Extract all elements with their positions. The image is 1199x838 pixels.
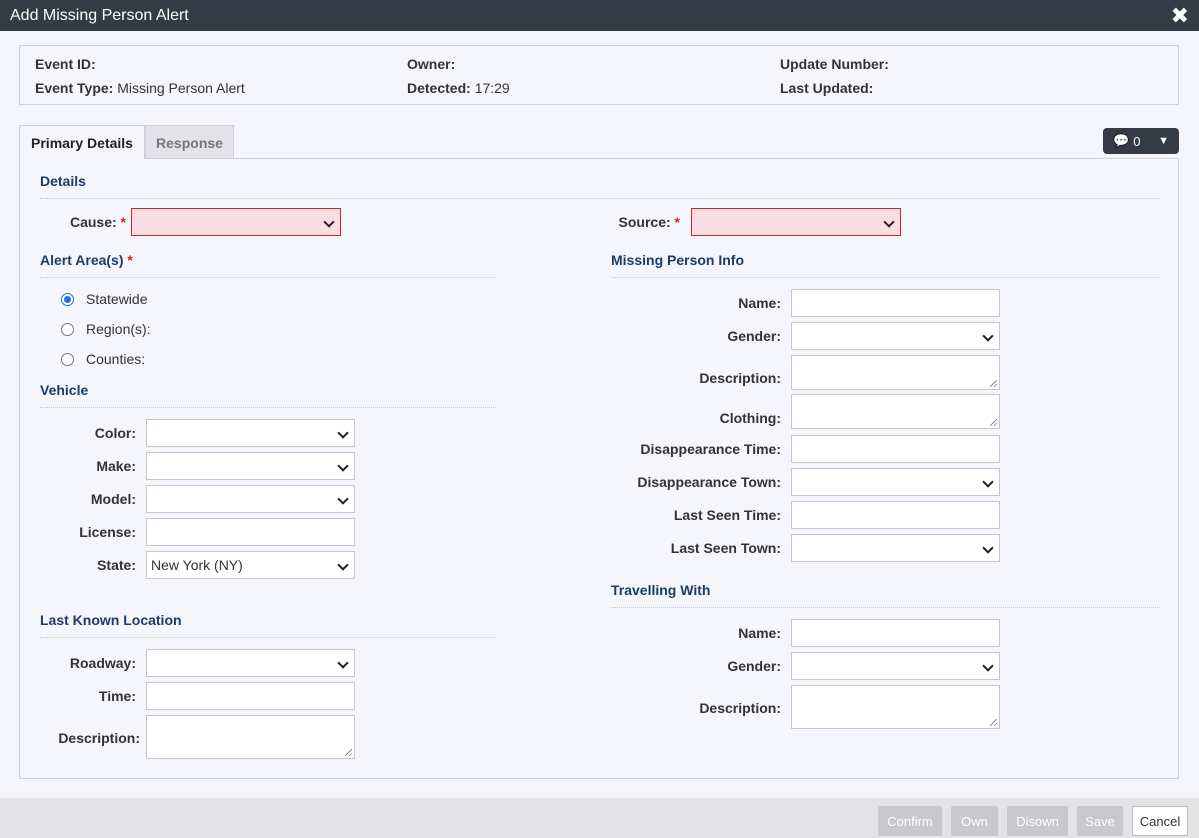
event-info-box: Event ID: Event Type: Missing Person Ale… (19, 45, 1179, 105)
radio-label-statewide: Statewide (86, 291, 148, 307)
source-label: Source: * (618, 214, 680, 230)
license-label: License: (79, 524, 136, 540)
mp-name-label: Name: (738, 295, 781, 311)
location-time-label: Time: (98, 688, 136, 704)
confirm-button[interactable]: Confirm (878, 806, 942, 836)
model-select[interactable] (146, 485, 355, 513)
mp-description-textarea[interactable] (791, 355, 1000, 390)
close-icon[interactable]: ✖ (1171, 4, 1189, 27)
mp-clothing-label: Clothing: (719, 410, 781, 426)
comment-icon: 💬 (1113, 133, 1130, 148)
tw-description-label: Description: (699, 700, 781, 716)
alert-area-section-title: Alert Area(s) * (40, 252, 133, 268)
detected: Detected: 17:29 (407, 80, 510, 96)
event-type-value: Missing Person Alert (117, 80, 245, 96)
tw-gender-label: Gender: (727, 658, 781, 674)
event-type: Event Type: Missing Person Alert (35, 80, 245, 96)
source-select[interactable] (691, 208, 901, 236)
mp-description-label: Description: (699, 370, 781, 386)
primary-details-panel: Details Cause: * Source: * Alert Area(s)… (19, 158, 1179, 779)
tw-description-textarea[interactable] (791, 685, 1000, 729)
window-titlebar: Add Missing Person Alert ✖ (0, 0, 1199, 31)
update-number: Update Number: (780, 56, 889, 72)
tw-name-label: Name: (738, 625, 781, 641)
mp-name-input[interactable] (791, 289, 1000, 317)
state-label: State: (97, 557, 136, 573)
save-button[interactable]: Save (1077, 806, 1123, 836)
radio-label-regions: Region(s): (86, 321, 151, 337)
state-select-value: New York (NY) (151, 557, 243, 573)
details-section-title: Details (40, 173, 86, 189)
model-label: Model: (90, 491, 136, 507)
cause-label: Cause: * (69, 214, 126, 230)
alert-area-divider (40, 277, 496, 278)
mp-gender-select[interactable] (791, 322, 1000, 350)
color-label: Color: (94, 425, 136, 441)
state-select[interactable]: New York (NY) (146, 551, 355, 579)
window-title: Add Missing Person Alert (10, 6, 189, 24)
location-time-input[interactable] (146, 682, 355, 710)
radio-unchecked-icon[interactable] (61, 352, 74, 366)
missing-person-section-title: Missing Person Info (611, 252, 745, 268)
mp-gender-label: Gender: (727, 328, 781, 344)
make-select[interactable] (146, 452, 355, 480)
license-input[interactable] (146, 518, 355, 546)
comments-count: 0 (1133, 133, 1141, 149)
tab-response[interactable]: Response (145, 125, 234, 159)
tw-gender-select[interactable] (791, 652, 1000, 680)
details-divider (40, 198, 1160, 199)
travelling-with-section-title: Travelling With (611, 582, 711, 598)
owner: Owner: (407, 56, 456, 72)
last-known-location-section-title: Last Known Location (40, 612, 182, 628)
mp-last-seen-time-label: Last Seen Time: (673, 507, 781, 523)
detected-value: 17:29 (474, 80, 510, 96)
mp-last-seen-time-input[interactable] (791, 501, 1000, 529)
cancel-button[interactable]: Cancel (1132, 806, 1188, 836)
own-button[interactable]: Own (951, 806, 998, 836)
mp-last-seen-town-select[interactable] (791, 534, 1000, 562)
radio-counties[interactable]: Counties: (60, 351, 145, 367)
tab-primary-details[interactable]: Primary Details (19, 125, 145, 159)
radio-label-counties: Counties: (86, 351, 146, 367)
last-known-location-divider (40, 637, 496, 638)
location-description-label: Description: (58, 730, 140, 746)
vehicle-divider (40, 407, 496, 408)
disown-button[interactable]: Disown (1007, 806, 1068, 836)
mp-clothing-textarea[interactable] (791, 394, 1000, 429)
cause-select[interactable] (131, 208, 341, 236)
roadway-label: Roadway: (69, 655, 136, 671)
comments-button[interactable]: 💬 0 ▼ (1103, 128, 1179, 154)
mp-disappearance-town-select[interactable] (791, 468, 1000, 496)
make-label: Make: (96, 458, 136, 474)
color-select[interactable] (146, 419, 355, 447)
location-description-textarea[interactable] (146, 715, 355, 759)
radio-statewide[interactable]: Statewide (60, 291, 147, 307)
chevron-down-icon: ▼ (1158, 135, 1169, 147)
travelling-with-divider (611, 607, 1160, 608)
vehicle-section-title: Vehicle (40, 382, 89, 398)
mp-disappearance-town-label: Disappearance Town: (637, 474, 781, 490)
mp-disappearance-time-label: Disappearance Time: (640, 441, 781, 457)
radio-checked-icon[interactable] (61, 292, 74, 306)
missing-person-divider (611, 277, 1160, 278)
mp-disappearance-time-input[interactable] (791, 435, 1000, 463)
event-id: Event ID: (35, 56, 96, 72)
tw-name-input[interactable] (791, 619, 1000, 647)
radio-regions[interactable]: Region(s): (60, 321, 151, 337)
mp-last-seen-town-label: Last Seen Town: (670, 540, 781, 556)
last-updated: Last Updated: (780, 80, 874, 96)
roadway-select[interactable] (146, 649, 355, 677)
radio-unchecked-icon[interactable] (61, 322, 74, 336)
